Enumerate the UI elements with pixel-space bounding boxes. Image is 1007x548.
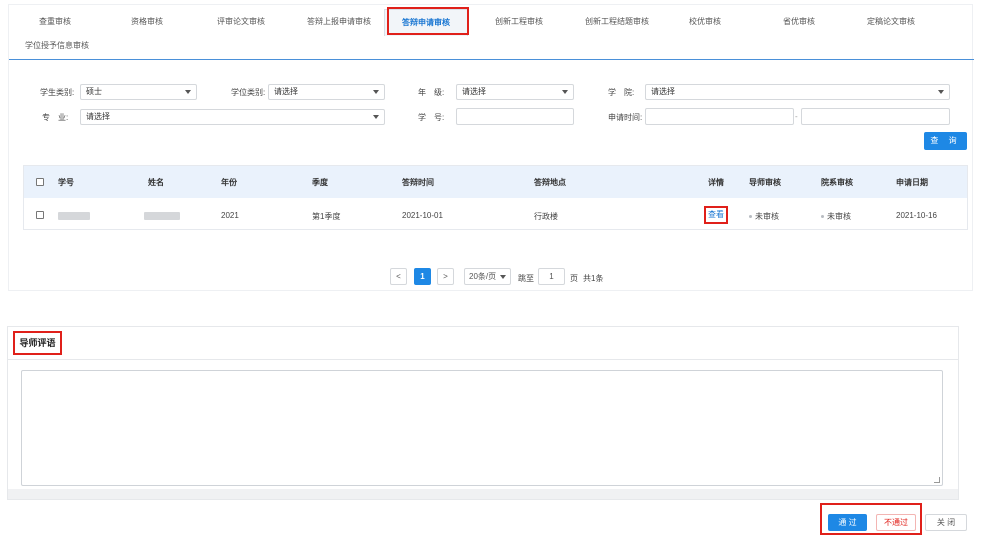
tutor-comment-panel: 导师评语	[7, 326, 959, 500]
header-year: 年份	[221, 178, 237, 187]
college-label: 学 院:	[608, 88, 635, 97]
query-button[interactable]: 查 询	[924, 132, 967, 150]
header-defense-time: 答辩时间	[402, 178, 434, 187]
tab-final-paper[interactable]: 定稿论文审核	[859, 10, 923, 34]
chevron-down-icon	[373, 90, 379, 94]
fail-button[interactable]: 不通过	[876, 514, 916, 531]
chevron-down-icon	[562, 90, 568, 94]
dept-review-status: 未审核	[827, 212, 851, 221]
next-page-button[interactable]: >	[437, 268, 454, 285]
page-suffix: 页	[570, 274, 578, 283]
goto-page-input[interactable]: 1	[538, 268, 565, 285]
name-redacted	[144, 212, 180, 220]
major-select[interactable]: 请选择	[80, 109, 385, 125]
cell-defense-time: 2021-10-01	[402, 211, 443, 220]
student-type-select[interactable]: 硕士	[80, 84, 197, 100]
status-dot-icon	[821, 215, 824, 219]
header-defense-place: 答辩地点	[534, 178, 566, 187]
degree-type-label: 学位类别:	[231, 88, 266, 97]
header-season: 季度	[312, 178, 328, 187]
cell-tutor-review: 未审核	[749, 211, 779, 222]
college-value: 请选择	[651, 87, 675, 96]
comment-body	[8, 360, 958, 489]
status-dot-icon	[749, 215, 752, 219]
row-checkbox[interactable]	[36, 211, 44, 219]
chevron-down-icon	[373, 115, 379, 119]
chevron-down-icon	[500, 275, 506, 279]
cell-dept-review: 未审核	[821, 211, 851, 222]
chevron-down-icon	[185, 90, 191, 94]
grade-value: 请选择	[462, 87, 486, 96]
apply-time-start-input[interactable]	[645, 108, 794, 125]
student-id-input[interactable]	[456, 108, 574, 125]
tab-innovation[interactable]: 创新工程审核	[487, 10, 551, 34]
tab-degree-info[interactable]: 学位授予信息审核	[19, 34, 95, 58]
apply-time-label: 申请时间:	[608, 113, 643, 122]
apply-time-end-input[interactable]	[801, 108, 950, 125]
degree-type-select[interactable]: 请选择	[268, 84, 385, 100]
tab-school-excellent[interactable]: 校优审核	[681, 10, 729, 34]
student-id-label: 学 号:	[418, 113, 445, 122]
tab-province-excellent[interactable]: 省优审核	[775, 10, 823, 34]
resize-grip-icon[interactable]	[934, 477, 940, 483]
prev-page-button[interactable]: <	[390, 268, 407, 285]
comment-header: 导师评语	[8, 327, 958, 360]
tab-bar: 查重审核 资格审核 评审论文审核 答辩上报申请审核 答辩申请审核 创新工程审核 …	[9, 5, 974, 60]
pass-button[interactable]: 通 过	[828, 514, 867, 531]
header-dept-review: 院系审核	[821, 178, 853, 187]
results-table: 学号 姓名 年份 季度 答辩时间 答辩地点 详情 导师审核 院系审核 申请日期 …	[23, 165, 968, 230]
tutor-review-status: 未审核	[755, 212, 779, 221]
page-1-button[interactable]: 1	[414, 268, 431, 285]
view-detail-link[interactable]: 查看	[704, 206, 728, 224]
major-label: 专 业:	[42, 113, 69, 122]
chevron-down-icon	[938, 90, 944, 94]
college-select[interactable]: 请选择	[645, 84, 950, 100]
goto-label: 跳至	[518, 274, 534, 283]
select-all-checkbox[interactable]	[36, 178, 44, 186]
tab-qualification[interactable]: 资格审核	[121, 10, 173, 34]
page-size-select[interactable]: 20条/页	[464, 268, 511, 285]
tab-innovation-closing[interactable]: 创新工程结题审核	[575, 10, 659, 34]
total-count: 共1条	[583, 274, 604, 283]
tab-defense-report[interactable]: 答辩上报申请审核	[297, 10, 381, 34]
cell-season: 第1季度	[312, 212, 341, 221]
student-type-value: 硕士	[86, 87, 102, 96]
tab-duplicate-check[interactable]: 查重审核	[29, 10, 81, 34]
audit-panel: 查重审核 资格审核 评审论文审核 答辩上报申请审核 答辩申请审核 创新工程审核 …	[8, 4, 974, 291]
header-student-id: 学号	[58, 178, 74, 187]
student-id-redacted	[58, 212, 90, 220]
comment-textarea[interactable]	[21, 370, 943, 486]
comment-title: 导师评语	[13, 331, 62, 355]
cell-apply-date: 2021-10-16	[896, 211, 937, 220]
cell-year: 2021	[221, 211, 239, 220]
major-value: 请选择	[86, 112, 110, 121]
grade-label: 年 级:	[418, 88, 445, 97]
header-tutor-review: 导师审核	[749, 178, 781, 187]
header-name: 姓名	[148, 178, 164, 187]
apply-time-separator: -	[795, 112, 798, 121]
active-tab-highlight	[387, 7, 469, 35]
cell-defense-place: 行政楼	[534, 212, 558, 221]
table-header: 学号 姓名 年份 季度 答辩时间 答辩地点 详情 导师审核 院系审核 申请日期	[24, 166, 967, 198]
grade-select[interactable]: 请选择	[456, 84, 574, 100]
header-apply-date: 申请日期	[896, 178, 928, 187]
close-button[interactable]: 关 闭	[925, 514, 967, 531]
tab-review-paper[interactable]: 评审论文审核	[209, 10, 273, 34]
degree-type-value: 请选择	[274, 87, 298, 96]
student-type-label: 学生类别:	[40, 88, 75, 97]
page-size-value: 20条/页	[469, 272, 497, 281]
header-detail: 详情	[708, 178, 724, 187]
